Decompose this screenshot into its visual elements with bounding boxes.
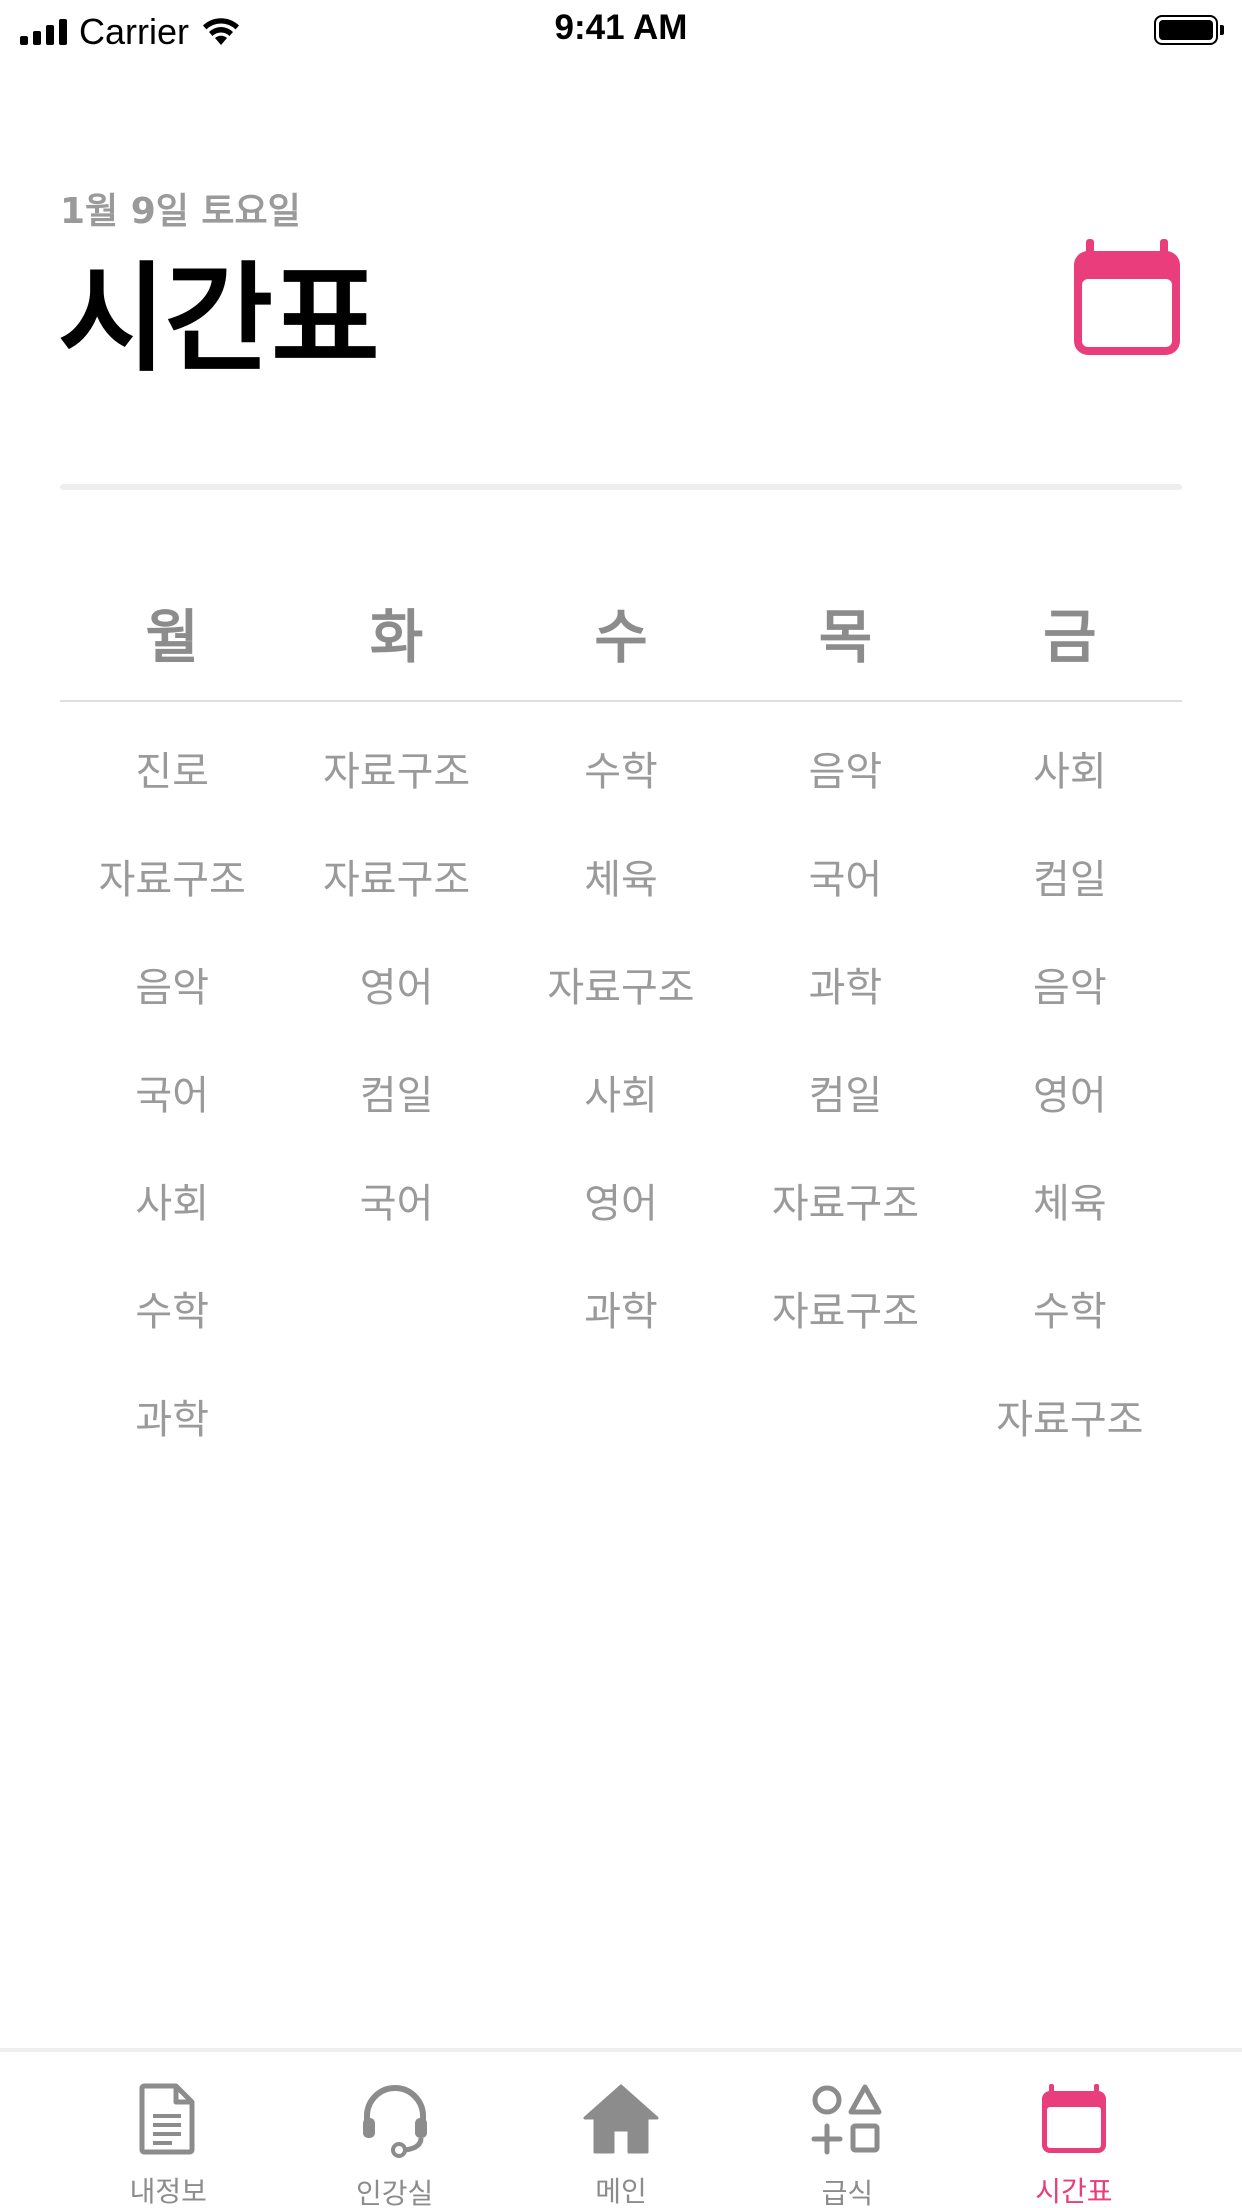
- weekday-tue: 화: [369, 603, 424, 671]
- shapes-icon: [807, 2082, 887, 2158]
- tab-lecture-room[interactable]: 인강실: [281, 2052, 507, 2208]
- class-cell: 자료구조: [996, 1397, 1144, 1443]
- calendar-icon: [1074, 239, 1180, 355]
- class-cell: 자료구조: [323, 749, 471, 795]
- tab-bar: 내정보 인강실 메인 급식 시간표: [0, 2048, 1242, 2208]
- class-cell: 국어: [808, 857, 883, 903]
- class-cell: 음악: [808, 749, 883, 795]
- class-cell: 과학: [584, 1289, 658, 1335]
- class-cell: 컴일: [1033, 857, 1107, 903]
- timetable-grid: 진로 자료구조 음악 국어 사회 수학 과학 자료구조 자료구조 영어 컴일 국…: [60, 736, 1182, 1492]
- column-tue: 자료구조 자료구조 영어 컴일 국어: [284, 736, 508, 1492]
- tab-main[interactable]: 메인: [508, 2052, 734, 2208]
- class-cell: 자료구조: [547, 965, 695, 1011]
- weekday-fri: 금: [1043, 603, 1097, 671]
- class-cell: 진로: [135, 749, 209, 795]
- tab-timetable[interactable]: 시간표: [961, 2052, 1187, 2208]
- document-icon: [128, 2082, 208, 2156]
- date-label: 1월 9일 토요일: [60, 191, 301, 232]
- class-cell: 음악: [135, 965, 209, 1011]
- column-wed: 수학 체육 자료구조 사회 영어 과학: [509, 736, 733, 1492]
- tab-label: 급식: [821, 2177, 874, 2208]
- status-bar: Carrier 9:41 AM: [0, 0, 1242, 62]
- class-cell: 영어: [359, 965, 434, 1011]
- tab-my-info[interactable]: 내정보: [55, 2052, 281, 2208]
- calendar-icon: [1034, 2082, 1114, 2156]
- column-mon: 진로 자료구조 음악 국어 사회 수학 과학: [60, 736, 284, 1492]
- class-cell: 자료구조: [98, 857, 246, 903]
- column-thu: 음악 국어 과학 컴일 자료구조 자료구조: [733, 736, 957, 1492]
- class-cell: 사회: [135, 1181, 209, 1227]
- class-cell: 컴일: [359, 1073, 434, 1119]
- class-cell: 영어: [1033, 1073, 1107, 1119]
- class-cell: 컴일: [808, 1073, 883, 1119]
- class-cell: 사회: [584, 1073, 658, 1119]
- class-cell: 사회: [1033, 749, 1107, 795]
- calendar-button[interactable]: [1070, 235, 1184, 361]
- tab-label: 메인: [595, 2175, 647, 2208]
- home-icon: [581, 2082, 661, 2156]
- class-cell: 수학: [135, 1289, 209, 1335]
- page-title: 시간표: [58, 250, 380, 388]
- status-time: 9:41 AM: [554, 8, 688, 47]
- tab-meal[interactable]: 급식: [734, 2052, 960, 2208]
- weekday-mon: 월: [145, 603, 199, 671]
- class-cell: 음악: [1033, 965, 1107, 1011]
- headset-icon: [355, 2082, 435, 2158]
- class-cell: 자료구조: [323, 857, 471, 903]
- weekday-thu: 목: [818, 603, 873, 671]
- weekday-header-row: 월 화 수 목 금: [60, 590, 1182, 674]
- class-cell: 체육: [1033, 1181, 1107, 1227]
- header-divider: [60, 484, 1182, 490]
- tab-label: 시간표: [1035, 2175, 1113, 2208]
- column-fri: 사회 컴일 음악 영어 체육 수학 자료구조: [958, 736, 1182, 1492]
- class-cell: 자료구조: [771, 1289, 920, 1335]
- class-cell: 과학: [135, 1397, 209, 1443]
- tab-label: 인강실: [355, 2177, 434, 2208]
- battery-icon: [1154, 15, 1224, 45]
- class-cell: 국어: [359, 1181, 434, 1227]
- class-cell: 수학: [1033, 1289, 1107, 1335]
- class-cell: 영어: [584, 1181, 658, 1227]
- weekday-divider: [60, 700, 1182, 702]
- class-cell: 국어: [135, 1073, 209, 1119]
- class-cell: 체육: [584, 857, 658, 903]
- tab-label: 내정보: [129, 2175, 207, 2208]
- class-cell: 자료구조: [771, 1181, 920, 1227]
- timetable-screen: Carrier 9:41 AM 1월 9일 토요일 시간표 월 화 수 목 금: [0, 0, 1242, 2208]
- class-cell: 수학: [584, 749, 658, 795]
- class-cell: 과학: [808, 965, 883, 1011]
- weekday-wed: 수: [594, 603, 648, 671]
